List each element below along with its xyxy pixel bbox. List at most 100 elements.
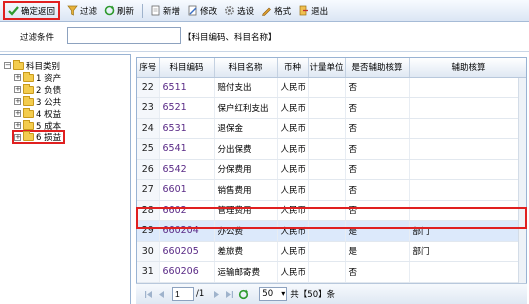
expand-icon[interactable]: +: [14, 86, 21, 93]
folder-icon: [23, 95, 34, 106]
cell-no: 22: [137, 77, 160, 98]
cell-currency: 人民币: [277, 261, 309, 283]
cell-no: 24: [137, 118, 160, 139]
cell-currency: 人民币: [277, 220, 309, 242]
checkmark-icon: [8, 5, 19, 16]
column-header[interactable]: 科目编码: [159, 58, 215, 78]
format-button[interactable]: 格式: [258, 2, 294, 19]
expand-icon[interactable]: +: [14, 74, 21, 81]
collapse-icon[interactable]: −: [4, 62, 11, 69]
cell-aux: 是: [345, 220, 410, 242]
refresh-button[interactable]: 刷新: [101, 2, 137, 19]
table-row[interactable]: 22 6511 赔付支出 人民币 否: [137, 77, 526, 98]
table-row[interactable]: 28 6602 管理费用 人民币 否: [137, 200, 526, 221]
page-size-select[interactable]: 50: [259, 287, 288, 301]
table-row[interactable]: 31 660206 运输邮寄费 人民币 否: [137, 261, 526, 283]
tree-item-liabilities[interactable]: + 2 负债: [14, 83, 61, 96]
cell-name: 保户红利支出: [214, 97, 278, 119]
table-row[interactable]: 29 660204 办公费 人民币 是部门: [137, 220, 526, 242]
column-header[interactable]: 币种: [277, 58, 309, 78]
cell-unit: [308, 159, 346, 180]
filter-button[interactable]: 过滤: [64, 2, 100, 19]
tree-item-common[interactable]: + 3 公共: [14, 95, 62, 108]
cell-no: 25: [137, 138, 160, 160]
page-number-input[interactable]: [172, 287, 194, 301]
expand-icon[interactable]: +: [14, 110, 21, 117]
next-page-icon[interactable]: [212, 290, 221, 299]
tree-root[interactable]: − 科目类别: [4, 59, 61, 72]
new-document-icon: [150, 5, 161, 16]
expand-icon[interactable]: +: [14, 98, 21, 105]
toolbar-divider: [142, 3, 144, 18]
tree-root-label: 科目类别: [26, 61, 61, 72]
settings-button[interactable]: 选设: [221, 2, 257, 19]
cell-unit: [308, 220, 346, 242]
table-row[interactable]: 23 6521 保户红利支出 人民币 否: [137, 97, 526, 119]
cell-code: 660206: [159, 261, 215, 283]
first-page-icon[interactable]: [144, 290, 153, 299]
confirm-return-button[interactable]: 确定返回: [3, 1, 61, 20]
table-header-row: 序号 科目编码 科目名称 币种 计量单位 是否辅助核算 辅助核算: [137, 58, 526, 78]
refresh-icon: [104, 5, 115, 16]
prev-page-icon[interactable]: [157, 290, 166, 299]
expand-icon[interactable]: +: [14, 133, 21, 141]
cell-aux: 否: [345, 179, 410, 201]
table-row[interactable]: 30 660205 差旅费 人民币 是部门: [137, 241, 526, 262]
cell-code: 660205: [159, 241, 215, 262]
filter-condition-input[interactable]: [67, 27, 181, 44]
last-page-icon[interactable]: [225, 290, 234, 299]
table-row[interactable]: 27 6601 销售费用 人民币 否: [137, 179, 526, 201]
cell-unit: [308, 200, 346, 221]
edit-button[interactable]: 修改: [184, 2, 220, 19]
tree-item-label: 1 资产: [36, 73, 62, 84]
exit-button[interactable]: 退出: [295, 2, 331, 19]
folder-icon: [23, 131, 34, 141]
vertical-scrollbar[interactable]: [518, 78, 526, 283]
exit-label: 退出: [311, 6, 329, 17]
cell-code: 6602: [159, 200, 215, 221]
cell-unit: [308, 261, 346, 283]
tree-item-assets[interactable]: + 1 资产: [14, 71, 62, 84]
column-header[interactable]: 科目名称: [214, 58, 278, 78]
record-count: 共【50】条: [290, 290, 336, 300]
cell-currency: 人民币: [277, 97, 309, 119]
tree-item-label: 3 公共: [36, 97, 62, 108]
format-label: 格式: [274, 6, 292, 17]
column-header[interactable]: 辅助核算: [409, 58, 526, 78]
table-row[interactable]: 24 6531 退保金 人民币 否: [137, 118, 526, 139]
settings-label: 选设: [237, 6, 255, 17]
tree-item-equity[interactable]: + 4 权益: [14, 107, 61, 120]
cell-no: 31: [137, 261, 160, 283]
column-header[interactable]: 计量单位: [308, 58, 346, 78]
refresh-icon[interactable]: [238, 289, 249, 300]
table-row[interactable]: 26 6542 分保费用 人民币 否: [137, 159, 526, 180]
expand-icon[interactable]: +: [14, 122, 21, 129]
column-header[interactable]: 是否辅助核算: [345, 58, 410, 78]
add-button[interactable]: 新增: [147, 2, 183, 19]
gear-icon: [224, 5, 235, 16]
cell-currency: 人民币: [277, 138, 309, 160]
cell-code: 6521: [159, 97, 215, 119]
table-row[interactable]: 25 6541 分出保费 人民币 否: [137, 138, 526, 160]
cell-aux-detail: [409, 138, 526, 160]
toolbar: 确定返回 过滤 刷新 新增 修改 选设 格式 退出: [0, 0, 529, 22]
cell-no: 23: [137, 97, 160, 119]
account-grid: 序号 科目编码 科目名称 币种 计量单位 是否辅助核算 辅助核算 22 6511 赔…: [136, 57, 527, 304]
cell-name: 赔付支出: [214, 77, 278, 98]
cell-name: 运输邮寄费: [214, 261, 278, 283]
cell-no: 29: [137, 220, 160, 242]
column-header[interactable]: 序号: [137, 58, 160, 78]
folder-icon: [23, 83, 34, 94]
category-tree-panel: − 科目类别 + 1 资产 + 2 负债 + 3 公共 + 4 权益 + 5 成…: [0, 54, 131, 304]
tree-item-profit-loss[interactable]: + 6 损益: [12, 130, 66, 144]
cell-aux-detail: [409, 118, 526, 139]
cell-aux-detail: [409, 261, 526, 283]
cell-code: 6541: [159, 138, 215, 160]
cell-unit: [308, 118, 346, 139]
cell-unit: [308, 97, 346, 119]
pager: /1 50 共【50】条: [136, 283, 527, 304]
cell-no: 27: [137, 179, 160, 201]
folder-icon: [23, 119, 34, 130]
cell-aux: 否: [345, 200, 410, 221]
cell-unit: [308, 179, 346, 201]
